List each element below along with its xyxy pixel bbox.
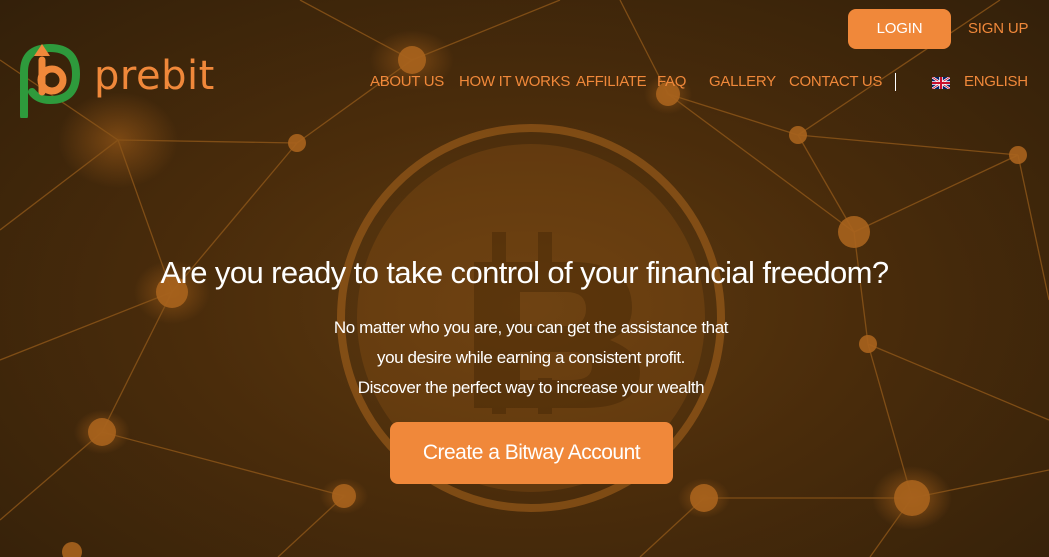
login-button[interactable]: LOGIN	[848, 9, 951, 49]
hero-title: Are you ready to take control of your fi…	[160, 255, 889, 290]
prebit-logo[interactable]: prebit	[18, 42, 228, 120]
brand-name: prebit	[94, 53, 215, 99]
hero-line-1: No matter who you are, you can get the a…	[333, 318, 729, 337]
hero-line-2: you desire while earning a consistent pr…	[376, 348, 685, 367]
nav-divider	[895, 73, 896, 91]
hero-line-3: Discover the perfect way to increase you…	[357, 378, 705, 397]
nav-how-it-works[interactable]: HOW IT WORKS	[459, 70, 570, 94]
uk-flag-icon[interactable]	[932, 77, 950, 89]
nav-contact-us[interactable]: CONTACT US	[789, 70, 882, 94]
nav-gallery[interactable]: GALLERY	[709, 70, 776, 94]
nav-about-us[interactable]: ABOUT US	[370, 70, 444, 94]
landing-page: prebit LOGIN SIGN UP ABOUT US HOW IT WOR…	[0, 0, 1049, 557]
sign-up-link[interactable]: SIGN UP	[968, 9, 1028, 49]
nav-faq[interactable]: FAQ	[657, 70, 686, 94]
prebit-logo-icon	[20, 43, 81, 120]
language-selector[interactable]: ENGLISH	[964, 70, 1028, 94]
nav-affiliate[interactable]: AFFILIATE	[576, 70, 647, 94]
create-account-button[interactable]: Create a Bitway Account	[390, 422, 673, 484]
